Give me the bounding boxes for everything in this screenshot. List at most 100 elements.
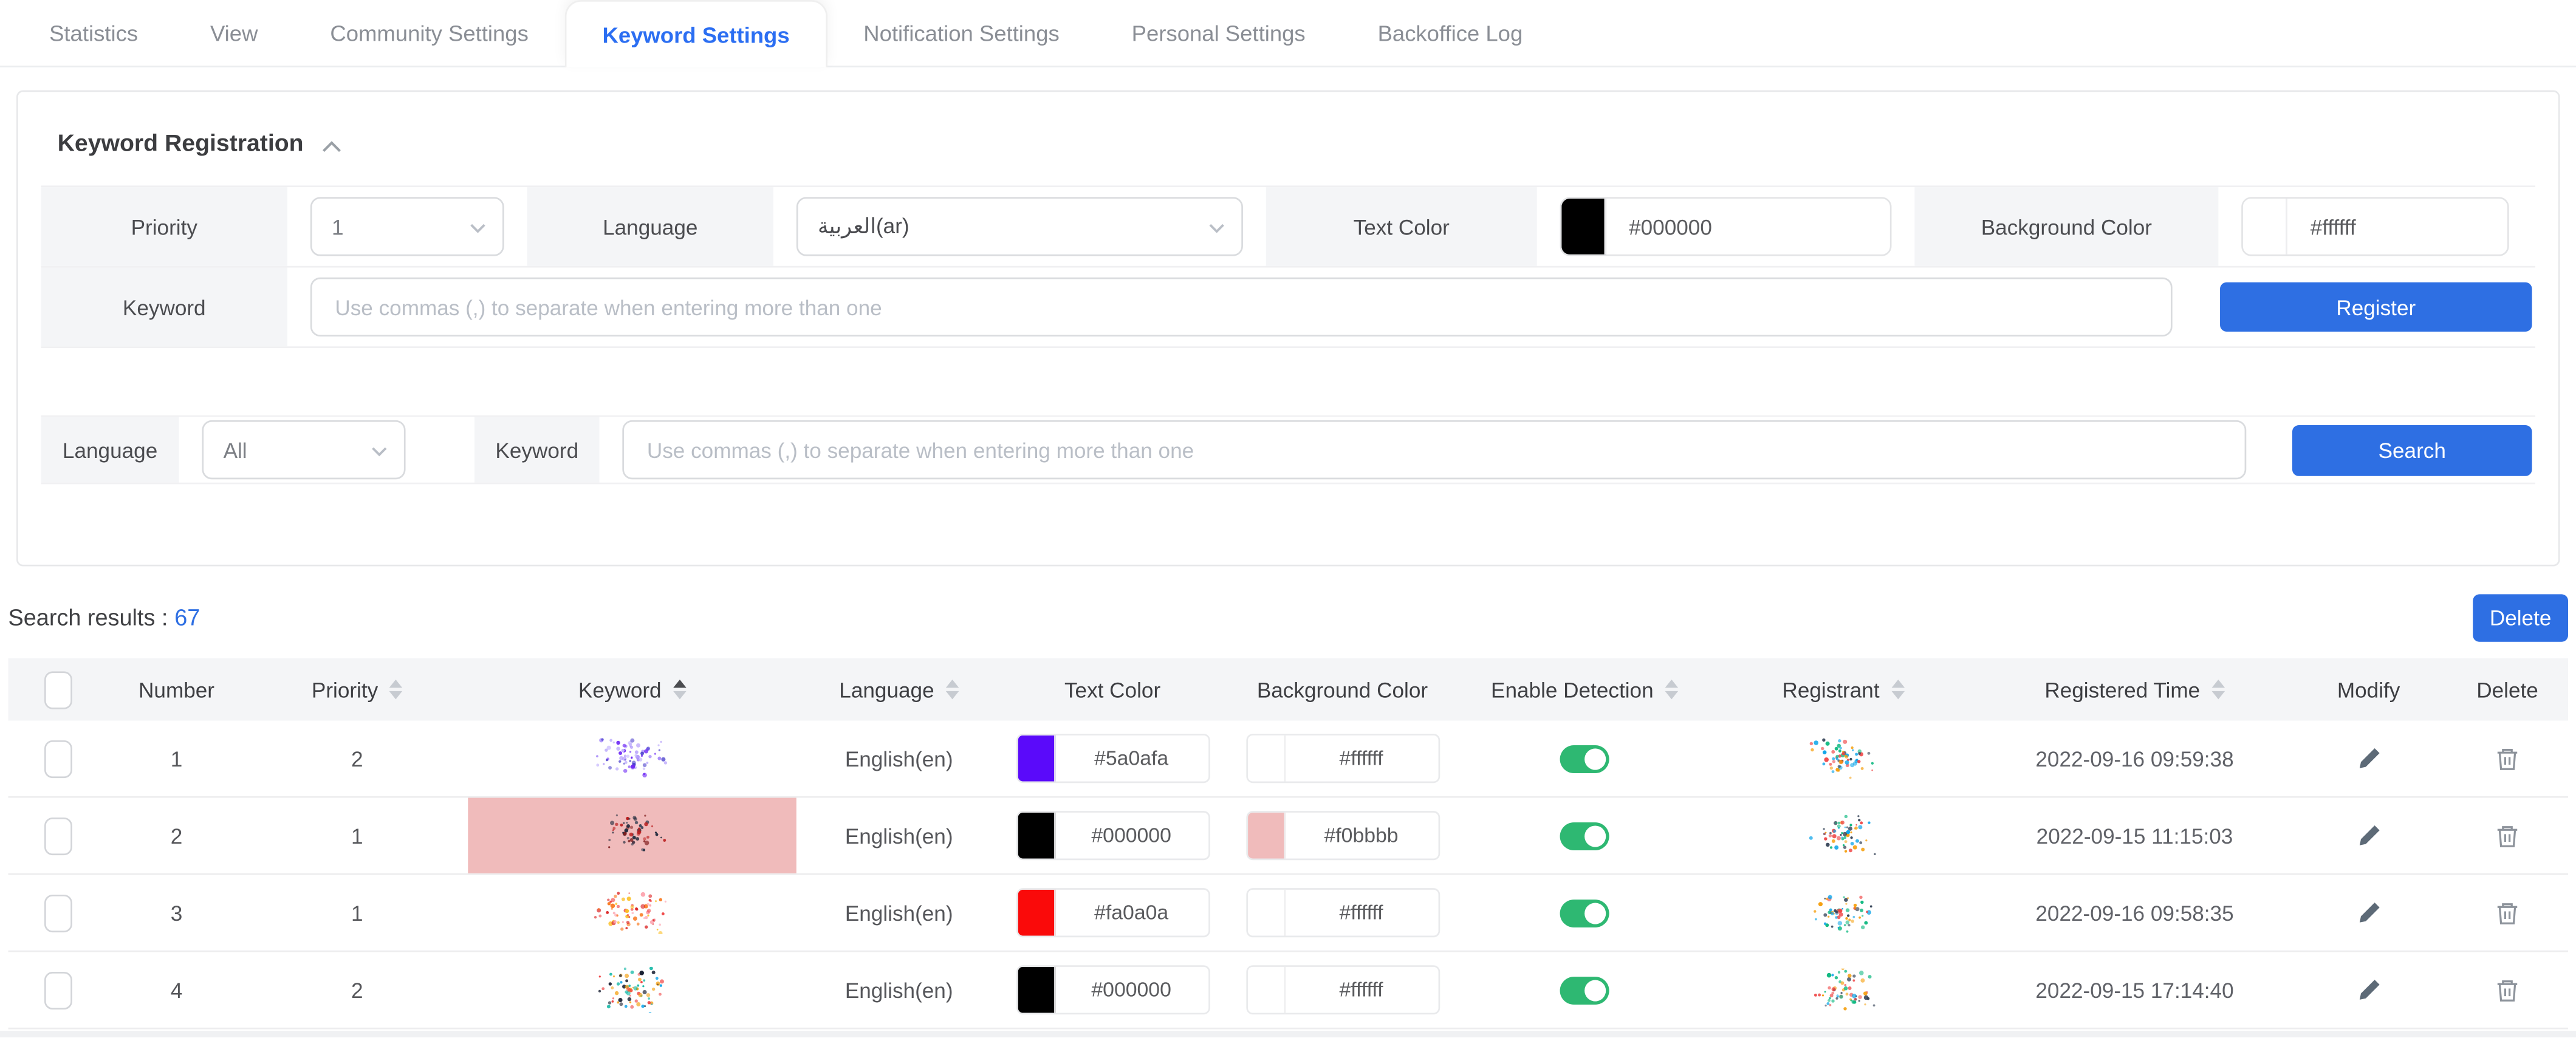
search-keyword-input[interactable] (622, 420, 2246, 479)
tab-notification-settings[interactable]: Notification Settings (827, 0, 1095, 67)
keyword-input[interactable] (310, 278, 2173, 336)
text-color-cell: #000000 (1002, 798, 1224, 873)
search-language-select[interactable]: All (202, 420, 405, 479)
table-header-row: Number Priority Keyword Language Text Co… (9, 658, 2569, 721)
modify-button[interactable] (2355, 899, 2383, 927)
header-number: Number (107, 658, 247, 721)
header-priority[interactable]: Priority (246, 658, 468, 721)
text-color-swatch[interactable] (1561, 199, 1606, 254)
results-bar: Search results :67 Delete (9, 593, 2569, 642)
text-color-chip: #000000 (1016, 965, 1210, 1014)
enable-detection-toggle[interactable] (1560, 822, 1609, 850)
text-color-chip: #000000 (1016, 811, 1210, 860)
row-registered-time: 2022-09-15 11:15:03 (1979, 798, 2291, 873)
keyword-redacted-text (591, 737, 673, 780)
background-color-swatch (1247, 967, 1285, 1013)
enable-detection-toggle[interactable] (1560, 899, 1609, 927)
row-language: English(en) (796, 720, 1002, 796)
text-color-cell: #5a0afa (1002, 720, 1224, 796)
row-number: 4 (107, 952, 247, 1028)
pencil-icon (2355, 899, 2383, 927)
row-checkbox[interactable] (44, 817, 72, 855)
row-priority: 2 (246, 720, 468, 796)
delete-row-button[interactable] (2494, 976, 2520, 1004)
priority-select[interactable]: 1 (310, 197, 504, 256)
row-number: 3 (107, 875, 247, 951)
keyword-registration-card: Keyword Registration Priority 1 Language… (16, 90, 2560, 567)
enable-detection-toggle[interactable] (1560, 976, 1609, 1004)
header-enable-detection[interactable]: Enable Detection (1461, 658, 1707, 721)
tab-statistics[interactable]: Statistics (13, 0, 174, 67)
keyword-cell (468, 720, 796, 796)
sort-icon (1665, 680, 1679, 699)
background-color-chip: #f0bbbb (1245, 811, 1439, 860)
registrant-redacted-text (1807, 814, 1879, 857)
search-keyword-label: Keyword (474, 417, 599, 482)
header-language[interactable]: Language (796, 658, 1002, 721)
chevron-up-icon (321, 140, 341, 152)
chevron-down-icon (1208, 224, 1225, 233)
register-button[interactable]: Register (2220, 282, 2532, 332)
sort-icon (1891, 680, 1904, 699)
search-filter-bar: Language All Keyword Search (41, 415, 2535, 485)
background-color-swatch (1247, 736, 1285, 782)
text-color-chip: #5a0afa (1016, 734, 1210, 783)
row-checkbox[interactable] (44, 971, 72, 1009)
sort-icon (673, 680, 687, 699)
chevron-down-icon (371, 446, 388, 456)
bottom-strip (0, 1031, 2576, 1037)
tab-personal-settings[interactable]: Personal Settings (1095, 0, 1341, 67)
background-color-swatch (1247, 890, 1285, 936)
collapse-section-button[interactable] (321, 137, 341, 152)
priority-label: Priority (41, 187, 287, 266)
delete-selected-button[interactable]: Delete (2473, 593, 2568, 641)
tab-bar: Statistics View Community Settings Keywo… (0, 0, 2576, 67)
keyword-settings-page: Statistics View Community Settings Keywo… (0, 0, 2576, 1037)
header-keyword[interactable]: Keyword (468, 658, 796, 721)
registration-form-row-2: Keyword Register (41, 268, 2535, 348)
modify-button[interactable] (2355, 976, 2383, 1004)
tab-backoffice-log[interactable]: Backoffice Log (1341, 0, 1559, 67)
tab-view[interactable]: View (174, 0, 294, 67)
keyword-redacted-text (589, 892, 675, 934)
header-delete: Delete (2447, 658, 2568, 721)
row-registered-time: 2022-09-16 09:59:38 (1979, 720, 2291, 796)
background-color-swatch[interactable] (2243, 199, 2287, 254)
tab-keyword-settings[interactable]: Keyword Settings (564, 0, 827, 67)
background-color-swatch (1247, 813, 1285, 859)
chevron-down-icon (470, 224, 486, 233)
search-button[interactable]: Search (2292, 425, 2532, 476)
delete-row-button[interactable] (2494, 899, 2520, 927)
delete-row-button[interactable] (2494, 822, 2520, 850)
row-checkbox[interactable] (44, 894, 72, 932)
registrant-redacted-text (1807, 892, 1879, 934)
text-color-input[interactable]: #000000 (1560, 197, 1892, 256)
row-registered-time: 2022-09-15 17:14:40 (1979, 952, 2291, 1028)
tab-community-settings[interactable]: Community Settings (294, 0, 564, 67)
row-priority: 2 (246, 952, 468, 1028)
row-checkbox[interactable] (44, 740, 72, 777)
keyword-cell (468, 798, 796, 873)
select-all-checkbox[interactable] (44, 671, 72, 708)
modify-button[interactable] (2355, 822, 2383, 850)
background-color-input[interactable]: #ffffff (2241, 197, 2509, 256)
header-registrant[interactable]: Registrant (1708, 658, 1979, 721)
text-color-swatch (1017, 967, 1055, 1013)
text-color-swatch (1017, 736, 1055, 782)
delete-row-button[interactable] (2494, 745, 2520, 773)
background-color-label: Background Color (1914, 187, 2218, 266)
header-registered-time[interactable]: Registered Time (1979, 658, 2291, 721)
trash-icon (2494, 899, 2520, 927)
keyword-redacted-text (594, 814, 670, 857)
language-select[interactable]: العربية(ar) (796, 197, 1243, 256)
table-row: 1 2 English(en) #5a0afa #ffffff 2022-09-… (9, 720, 2569, 797)
background-color-cell: #ffffff (1224, 952, 1462, 1028)
background-color-chip: #ffffff (1245, 734, 1439, 783)
modify-button[interactable] (2355, 745, 2383, 773)
enable-detection-toggle[interactable] (1560, 745, 1609, 773)
registration-form-row-1: Priority 1 Language العربية(ar) Text Col… (41, 187, 2535, 267)
sort-icon (2211, 680, 2225, 699)
keywords-table: Number Priority Keyword Language Text Co… (9, 658, 2569, 1029)
header-text-color: Text Color (1002, 658, 1224, 721)
text-color-chip: #fa0a0a (1016, 888, 1210, 937)
